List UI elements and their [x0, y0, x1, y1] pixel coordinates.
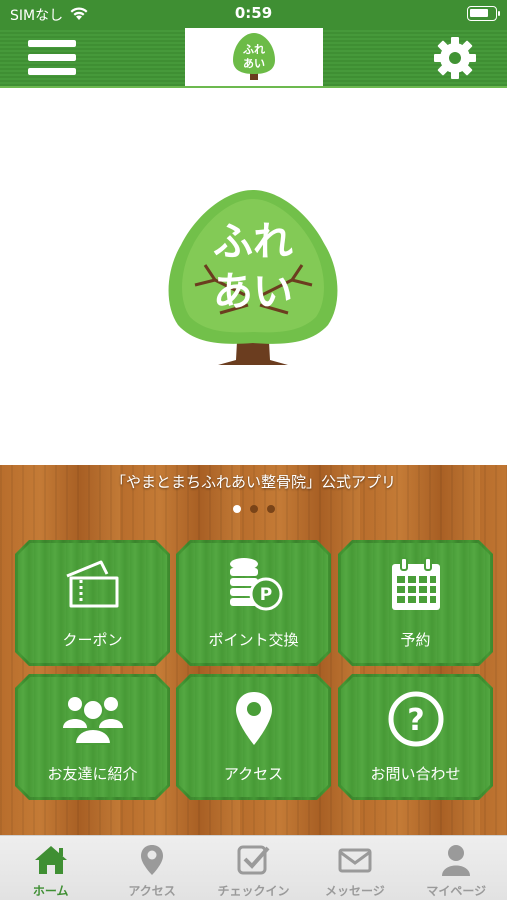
- mail-icon: [304, 843, 405, 877]
- map-pin-icon: [176, 690, 331, 750]
- menu-icon-bar: [28, 40, 76, 47]
- tab-bar: ホーム アクセス チェックイン メッセージ マイページ: [0, 835, 507, 900]
- tab-mypage[interactable]: マイページ: [406, 836, 507, 900]
- tab-home[interactable]: ホーム: [0, 836, 101, 900]
- point-exchange-icon: P: [176, 556, 331, 616]
- refer-friend-button[interactable]: お友達に紹介: [15, 674, 170, 800]
- page-dot[interactable]: [266, 505, 275, 513]
- hero-banner: ふれ あい: [0, 90, 507, 465]
- tab-mypage-label: マイページ: [426, 884, 487, 898]
- access-button[interactable]: アクセス: [176, 674, 331, 800]
- tab-home-label: ホーム: [32, 884, 69, 898]
- page-indicator[interactable]: [0, 505, 507, 513]
- battery-icon: [467, 6, 500, 21]
- menu-icon-bar: [28, 68, 76, 75]
- hero-logo-text-1: ふれ: [213, 219, 293, 265]
- header-logo[interactable]: ふれ あい: [185, 28, 323, 86]
- friends-icon: [15, 690, 170, 750]
- app-header: ふれ あい: [0, 28, 507, 88]
- tree-logo-icon: ふれ あい: [168, 190, 338, 365]
- user-icon: [406, 843, 507, 877]
- header-logo-text-1: ふれ: [243, 43, 265, 56]
- contact-button[interactable]: ? お問い合わせ: [338, 674, 493, 800]
- status-time: 0:59: [234, 4, 273, 22]
- tab-checkin[interactable]: チェックイン: [203, 836, 304, 900]
- settings-button[interactable]: [430, 36, 480, 80]
- page-dot[interactable]: [232, 505, 241, 513]
- coupon-button[interactable]: クーポン: [15, 540, 170, 666]
- contact-label: お問い合わせ: [370, 765, 461, 783]
- tab-message[interactable]: メッセージ: [304, 836, 405, 900]
- app-title: 「やまとまちふれあい整骨院」公式アプリ: [110, 473, 396, 491]
- battery-fill: [470, 9, 488, 17]
- tab-checkin-label: チェックイン: [217, 884, 290, 898]
- point-exchange-label: ポイント交換: [208, 631, 299, 649]
- home-icon: [0, 843, 101, 877]
- access-label: アクセス: [223, 765, 284, 783]
- header-logo-text-2: あい: [243, 57, 265, 70]
- status-bar: SIMなし 0:59: [0, 0, 507, 28]
- question-icon: ?: [338, 690, 493, 750]
- svg-text:?: ?: [407, 703, 424, 738]
- hero-logo-text-2: あい: [213, 269, 293, 315]
- map-pin-icon: [101, 843, 202, 877]
- coupon-icon: [15, 556, 170, 616]
- settings-icon: [434, 37, 476, 79]
- menu-icon-bar: [28, 54, 76, 61]
- header-tree-logo-icon: ふれ あい: [233, 33, 275, 80]
- reservation-label: 予約: [400, 631, 431, 649]
- page-dot[interactable]: [249, 505, 258, 513]
- coupon-label: クーポン: [62, 631, 123, 649]
- checkin-icon: [203, 843, 304, 877]
- tab-access-label: アクセス: [128, 884, 176, 898]
- calendar-icon: [338, 556, 493, 616]
- reservation-button[interactable]: 予約: [338, 540, 493, 666]
- refer-friend-label: お友達に紹介: [47, 765, 138, 783]
- menu-panel: 「やまとまちふれあい整骨院」公式アプリ クーポン P ポイント交換 予約 お友達…: [0, 465, 507, 835]
- menu-button[interactable]: [28, 38, 76, 78]
- svg-text:P: P: [259, 585, 271, 605]
- tab-message-label: メッセージ: [324, 884, 385, 898]
- tab-access[interactable]: アクセス: [101, 836, 202, 900]
- point-exchange-button[interactable]: P ポイント交換: [176, 540, 331, 666]
